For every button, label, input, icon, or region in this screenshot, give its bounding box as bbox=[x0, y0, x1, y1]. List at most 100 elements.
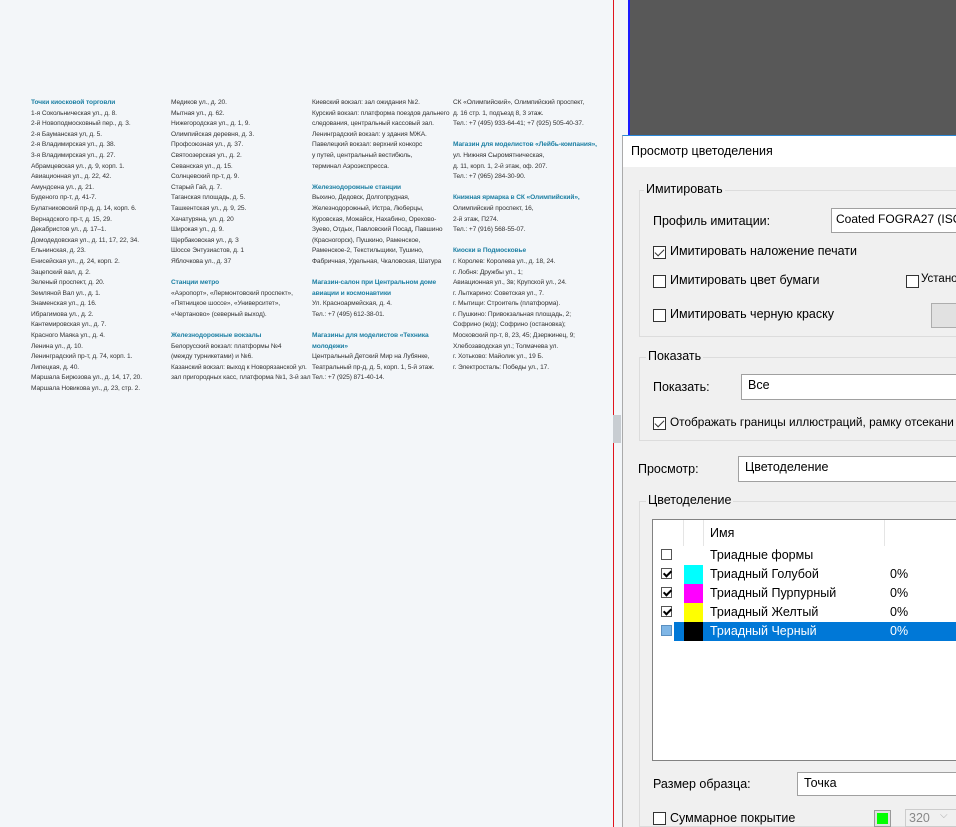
settings-button[interactable] bbox=[931, 303, 956, 328]
simulate-legend: Имитировать bbox=[644, 182, 725, 196]
heading: Железнодорожные станции bbox=[312, 183, 401, 191]
separation-row[interactable]: Триадный Пурпурный 0% bbox=[653, 584, 956, 603]
text-line: молодежи» bbox=[312, 342, 348, 350]
text-line: (между турникетами) и №6. bbox=[171, 353, 253, 361]
bounds-label: Отображать границы иллюстраций, рамку от… bbox=[670, 415, 954, 429]
ink-color-swatch bbox=[684, 603, 703, 622]
separation-visibility-checkbox[interactable] bbox=[661, 625, 672, 636]
text-block: СК «Олимпийский», Олимпийский проспект, д… bbox=[453, 98, 593, 130]
text-line: г. Хотьково: Майолик ул., 19 Б. bbox=[453, 353, 544, 361]
separation-visibility-checkbox[interactable] bbox=[661, 587, 672, 598]
text-line: Земляной Вал ул., д. 1. bbox=[31, 289, 101, 297]
text-line: Ибрагимова ул., д. 2. bbox=[31, 310, 94, 318]
profile-select[interactable]: Coated FOGRA27 (ISO 1 bbox=[831, 208, 956, 233]
separation-row[interactable]: Триадный Голубой 0% bbox=[653, 565, 956, 584]
scrollbar-thumb[interactable] bbox=[613, 415, 621, 443]
separation-visibility-checkbox[interactable] bbox=[661, 606, 672, 617]
overprint-checkbox[interactable] bbox=[653, 246, 666, 259]
set-checkbox[interactable] bbox=[906, 275, 919, 288]
separation-row[interactable]: Триадный Черный 0% bbox=[653, 622, 956, 641]
set-label: Устано bbox=[921, 273, 956, 285]
column-header-name[interactable]: Имя bbox=[710, 526, 734, 540]
text-block: ул. Нижняя Сыромятническая, д. 11, корп. … bbox=[453, 151, 593, 183]
text-line: 2-й этаж, П274. bbox=[453, 215, 499, 223]
heading: Магазин для моделистов «Лейбь-компания», bbox=[453, 141, 597, 149]
paper-color-checkbox[interactable] bbox=[653, 275, 666, 288]
text-line: Казанский вокзал: выход к Новорязанской … bbox=[171, 363, 307, 371]
document-page: Точки киосковой торговли 1-я Сокольничес… bbox=[0, 0, 613, 827]
show-select[interactable]: Все bbox=[741, 374, 956, 400]
text-block: Киевский вокзал: зал ожидания №2. Курский… bbox=[312, 98, 452, 172]
chevron-down-icon: ⌵ bbox=[940, 810, 948, 821]
text-line: 2-й Новоподмосковный пер., д. 3. bbox=[31, 120, 131, 128]
text-line: Кантемировская ул., д. 7. bbox=[31, 321, 107, 329]
separation-visibility-checkbox[interactable] bbox=[661, 549, 672, 560]
separation-row[interactable]: Триадный Желтый 0% bbox=[653, 603, 956, 622]
text-line: Липецкая, д. 40. bbox=[31, 363, 80, 371]
heading: Магазины для моделистов «Техника молодежи… bbox=[312, 331, 452, 352]
text-line: Ельнинская, д. 23. bbox=[31, 247, 86, 255]
bounds-checkbox[interactable] bbox=[653, 417, 666, 430]
text-line: Курский вокзал: платформа поездов дальне… bbox=[312, 109, 450, 117]
text-line: Енисейская ул., д. 24, корп. 2. bbox=[31, 257, 120, 265]
text-line: Маршала Новикова ул., д. 23, стр. 2. bbox=[31, 385, 140, 393]
text-line: Вернадского пр-т, д. 15, 29. bbox=[31, 215, 112, 223]
text-line: Нижегородская ул., д. 1, 9. bbox=[171, 120, 251, 128]
text-line: Ташкентская ул., д. 9, 25. bbox=[171, 204, 247, 212]
separation-visibility-checkbox[interactable] bbox=[661, 568, 672, 579]
show-label: Показать: bbox=[653, 380, 710, 394]
black-ink-label: Имитировать черную краску bbox=[670, 307, 834, 321]
text-line: Авиационная ул., 3в; Крупской ул., 24. bbox=[453, 279, 567, 287]
text-line: Солнцевский пр-т, д. 9. bbox=[171, 173, 240, 181]
text-line: (Красногорск), Пушкино, Раменское, bbox=[312, 236, 421, 244]
separations-legend: Цветоделение bbox=[646, 493, 734, 507]
text-line: Таганская площадь, д. 5. bbox=[171, 194, 246, 202]
text-line: Тел.: +7 (495) 612-38-01. bbox=[312, 310, 385, 318]
text-line: Зуево, Отдых, Павловский Посад, Павшино bbox=[312, 226, 443, 234]
total-coverage-checkbox[interactable] bbox=[653, 812, 666, 825]
text-line: Севанская ул., д. 15. bbox=[171, 162, 233, 170]
text-line: Амундсена ул., д. 21. bbox=[31, 183, 94, 191]
heading: Киоски в Подмосковье bbox=[453, 247, 527, 255]
text-line: г. Лобня: Дружбы ул., 1; bbox=[453, 268, 523, 276]
separation-row[interactable]: Триадные формы bbox=[653, 546, 956, 565]
heading: Станции метро bbox=[171, 279, 220, 287]
coverage-color-swatch[interactable] bbox=[874, 810, 891, 827]
text-line: Тел.: +7 (965) 284-30-90. bbox=[453, 173, 526, 181]
heading: Книжная ярмарка в СК «Олимпийский», bbox=[453, 194, 580, 202]
ink-color-swatch bbox=[684, 565, 703, 584]
text-line: Ленинградский пр-т, д. 74, корп. 1. bbox=[31, 353, 133, 361]
sample-size-select[interactable]: Точка bbox=[797, 772, 956, 796]
text-block: Олимпийский проспект, 16, 2-й этаж, П274.… bbox=[453, 204, 593, 236]
text-line: Профсоюзная ул., д. 37. bbox=[171, 141, 244, 149]
text-line: «Чертаново» (северный выход). bbox=[171, 310, 267, 318]
preview-label: Просмотр: bbox=[638, 462, 699, 476]
text-line: Тел.: +7 (916) 568-55-07. bbox=[453, 226, 526, 234]
text-line: Щербаковская ул., д. 3 bbox=[171, 236, 239, 244]
dialog-titlebar[interactable]: Просмотр цветоделения bbox=[623, 136, 956, 167]
separations-list[interactable]: Имя Триадные формы Триадный Голубой 0% Триа… bbox=[652, 519, 956, 761]
text-line: Олимпийская деревня, д. 3. bbox=[171, 130, 255, 138]
text-line: Старый Гай, д. 7. bbox=[171, 183, 222, 191]
text-block: Выхино, Дедовск, Долгопрудная, Железнодор… bbox=[312, 193, 452, 267]
text-block: Белорусский вокзал: платформы №4 (между т… bbox=[171, 342, 311, 384]
preview-select[interactable]: Цветоделение bbox=[738, 456, 956, 482]
text-line: Куровская, Можайск, Нахабино, Орехово- bbox=[312, 215, 437, 223]
text-line: терминал Аэроэкспресса. bbox=[312, 162, 390, 170]
text-line: Павелецкий вокзал: верхний конкорс bbox=[312, 141, 423, 149]
text-line: Белорусский вокзал: платформы №4 bbox=[171, 342, 282, 350]
paper-color-label: Имитировать цвет бумаги bbox=[670, 273, 820, 287]
text-line: г. Лыткарино: Советская ул., 7. bbox=[453, 289, 544, 297]
column-2: Медиков ул., д. 20. Мытная ул., д. 62. Ниж… bbox=[171, 98, 311, 384]
separation-name: Триадный Желтый bbox=[710, 605, 819, 619]
text-line: Декабристов ул., д. 17–1. bbox=[31, 226, 107, 234]
coverage-value-combo[interactable]: 320 ⌵ bbox=[905, 809, 956, 827]
text-line: Хлебозаводская ул.; Толмачева ул. bbox=[453, 342, 559, 350]
black-ink-checkbox[interactable] bbox=[653, 309, 666, 322]
text-line: авиации и космонавтики bbox=[312, 289, 392, 297]
text-line: Киевский вокзал: зал ожидания №2. bbox=[312, 99, 420, 106]
text-line: Театральный пр-д, д. 5, корп. 1, 5-й эта… bbox=[312, 363, 435, 371]
text-line: г. Королев: Королева ул., д. 18, 24. bbox=[453, 257, 556, 265]
sample-size-label: Размер образца: bbox=[653, 777, 751, 791]
coverage-value: 320 bbox=[909, 811, 930, 825]
